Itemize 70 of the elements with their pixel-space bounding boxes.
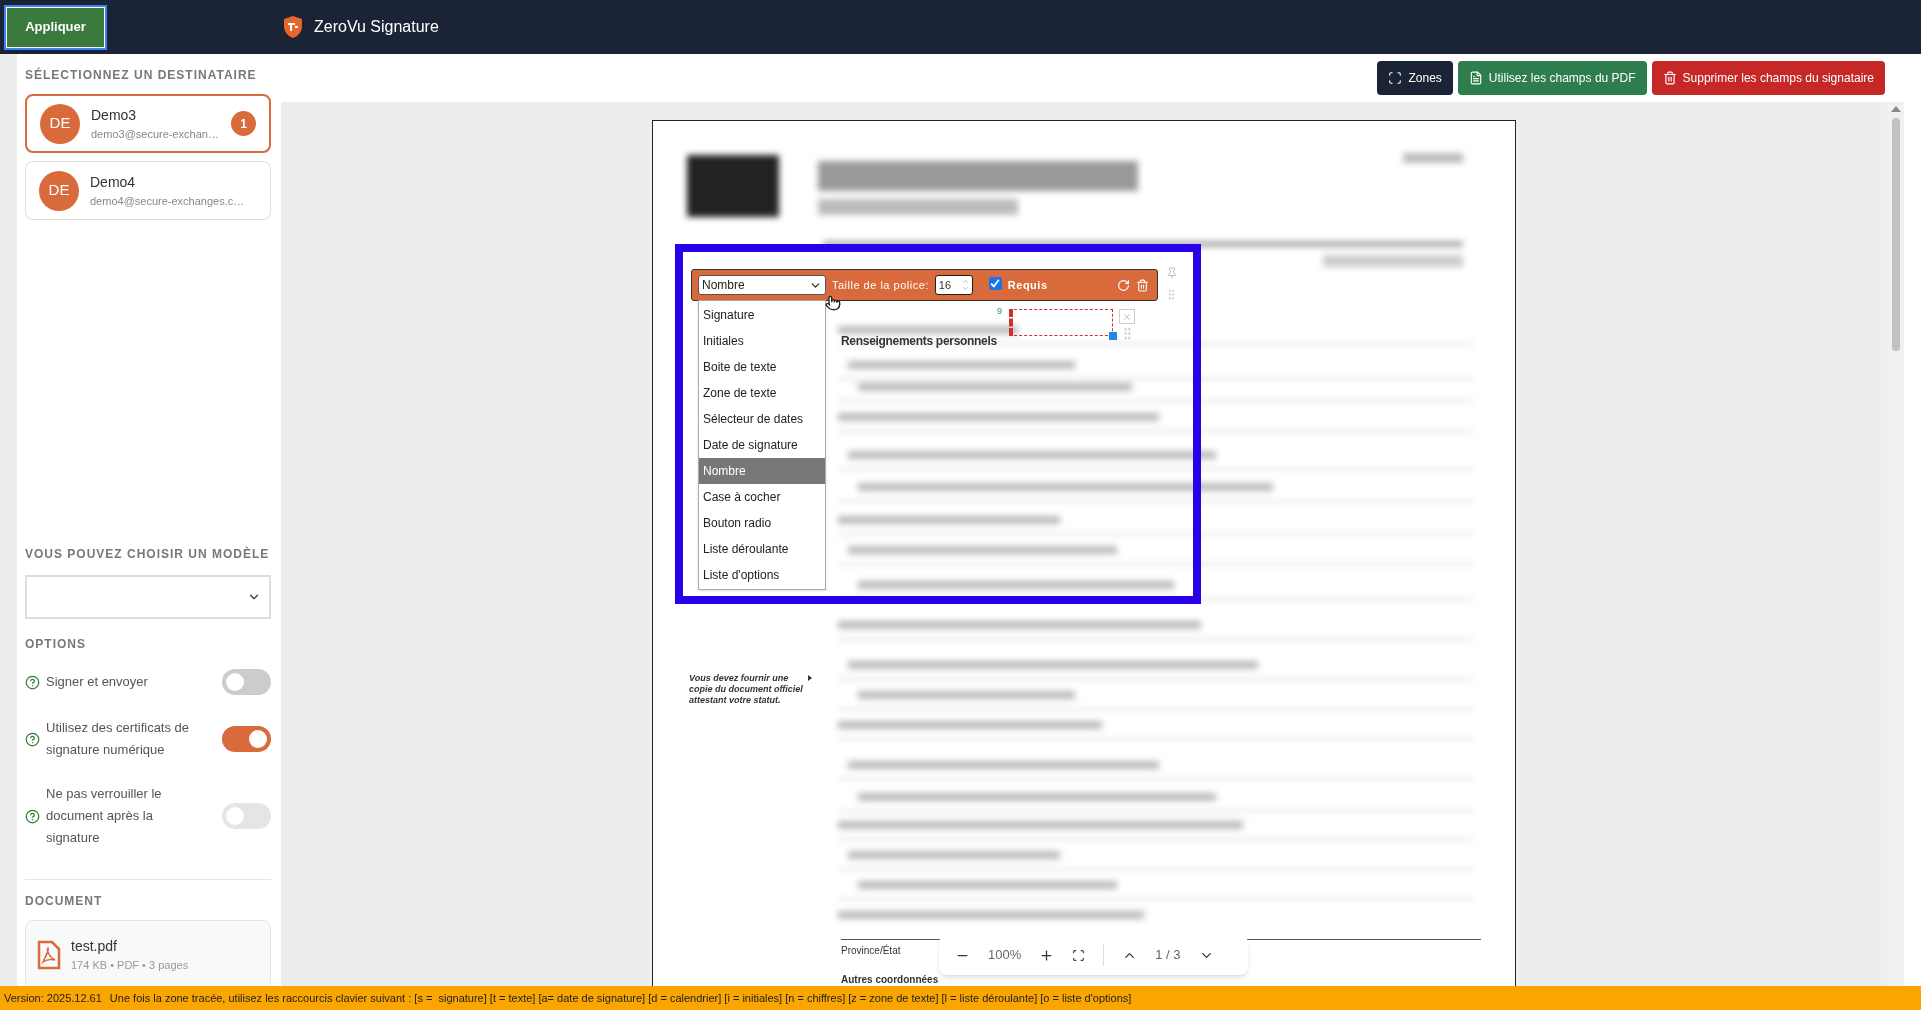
menu-item[interactable]: Sélecteur de dates: [699, 406, 825, 432]
rotate-icon[interactable]: [1117, 278, 1130, 292]
resize-handle[interactable]: [1109, 332, 1117, 340]
section-heading: Renseignements personnels: [841, 333, 997, 350]
menu-item[interactable]: Initiales: [699, 328, 825, 354]
recipient-card[interactable]: DE Demo3 demo3@secure-exchan… 1: [25, 94, 271, 153]
field-type-select[interactable]: Nombre: [698, 275, 826, 295]
recipient-card[interactable]: DE Demo4 demo4@secure-exchanges.c…: [25, 161, 271, 220]
recipient-email: demo4@secure-exchanges.c…: [90, 193, 246, 209]
recipient-name: Demo4: [90, 172, 137, 192]
version-text: Version: 2025.12.61: [4, 990, 102, 1006]
count-badge: 1: [231, 111, 256, 136]
menu-item[interactable]: Liste déroulante: [699, 536, 825, 562]
close-icon: [1122, 311, 1132, 322]
toolbar-button[interactable]: Zones: [1377, 61, 1453, 95]
section-title: SÉLECTIONNEZ UN DESTINATAIRE: [25, 66, 258, 84]
zoom-level: 100%: [988, 946, 1022, 965]
menu-item[interactable]: Nombre: [699, 458, 825, 484]
option-label: Ne pas verrouiller le document après la signature: [46, 785, 163, 847]
zones-icon: [1388, 71, 1403, 85]
menu-item[interactable]: Liste d'options: [699, 562, 825, 588]
bullet-arrow-icon: [808, 675, 812, 681]
help-icon[interactable]: [25, 731, 40, 747]
section-title: DOCUMENT: [25, 893, 104, 910]
shield-logo-icon: [282, 15, 304, 39]
spin-down-icon: [961, 285, 969, 292]
recipient-name: Demo3: [91, 105, 138, 125]
section-title: VOUS POUVEZ CHOISIR UN MODÈLE: [25, 545, 271, 563]
avatar: DE: [39, 170, 79, 211]
avatar: DE: [40, 103, 80, 144]
file-meta: 174 KB • PDF • 3 pages: [71, 958, 189, 974]
close-field-button[interactable]: [1119, 309, 1135, 324]
fullscreen-icon[interactable]: [1072, 948, 1086, 962]
toggle-switch[interactable]: [222, 669, 271, 695]
toolbar-button[interactable]: Utilisez les champs du PDF: [1457, 61, 1647, 95]
spin-up-icon: [961, 278, 969, 285]
scrollbar[interactable]: [1887, 102, 1921, 986]
note-text: Vous devez fournir une copie du document officiel attestant votre statut.: [689, 673, 804, 706]
pin-icon[interactable]: [1166, 267, 1178, 279]
toggle-switch[interactable]: [222, 726, 271, 752]
section-heading: Autres coordonnées: [841, 973, 939, 986]
menu-item[interactable]: Date de signature: [699, 432, 825, 458]
file-name: test.pdf: [71, 937, 118, 957]
section-title: OPTIONS: [25, 636, 87, 653]
toolbar-button[interactable]: Supprimer les champs du signataire: [1651, 61, 1885, 95]
option-label: Utilisez des certificats de signature numérique: [46, 719, 191, 759]
menu-item[interactable]: Zone de texte: [699, 380, 825, 406]
option-label: Signer et envoyer: [46, 673, 149, 691]
shortcut-hint: Une fois la zone tracée, utilisez les raccourcis clavier suivant : [s = signature] [t = texte] [a= date de signature] [d = calendrier] [i = initiales] [n = chiffres] [z = zone de texte] [l = liste déroulante] [o = liste d'options]: [109, 990, 1132, 1006]
apply-button[interactable]: Appliquer: [6, 6, 105, 48]
font-size-label: Taille de la police:: [832, 277, 929, 293]
required-checkbox[interactable]: [988, 276, 1002, 290]
help-icon[interactable]: [25, 808, 40, 824]
field-label: Province/État: [841, 943, 901, 958]
zoom-in-icon[interactable]: [1039, 947, 1055, 963]
pdf-file-icon: [37, 940, 61, 970]
menu-item[interactable]: Boite de texte: [699, 354, 825, 380]
trash-icon[interactable]: [1136, 278, 1149, 292]
app-title: ZeroVu Signature: [314, 17, 439, 37]
recipient-email: demo3@secure-exchan…: [91, 126, 220, 142]
font-size-input[interactable]: 16: [934, 275, 973, 295]
menu-item[interactable]: Signature: [699, 302, 825, 328]
file-icon: [1468, 71, 1483, 85]
field-order-number: 9: [997, 305, 1002, 318]
menu-item[interactable]: Case à cocher: [699, 484, 825, 510]
page-indicator: 1 / 3: [1155, 946, 1181, 965]
help-icon[interactable]: [25, 674, 40, 690]
menu-item[interactable]: Bouton radio: [699, 510, 825, 536]
trash-icon: [1662, 71, 1677, 85]
required-label: Requis: [1007, 277, 1048, 293]
